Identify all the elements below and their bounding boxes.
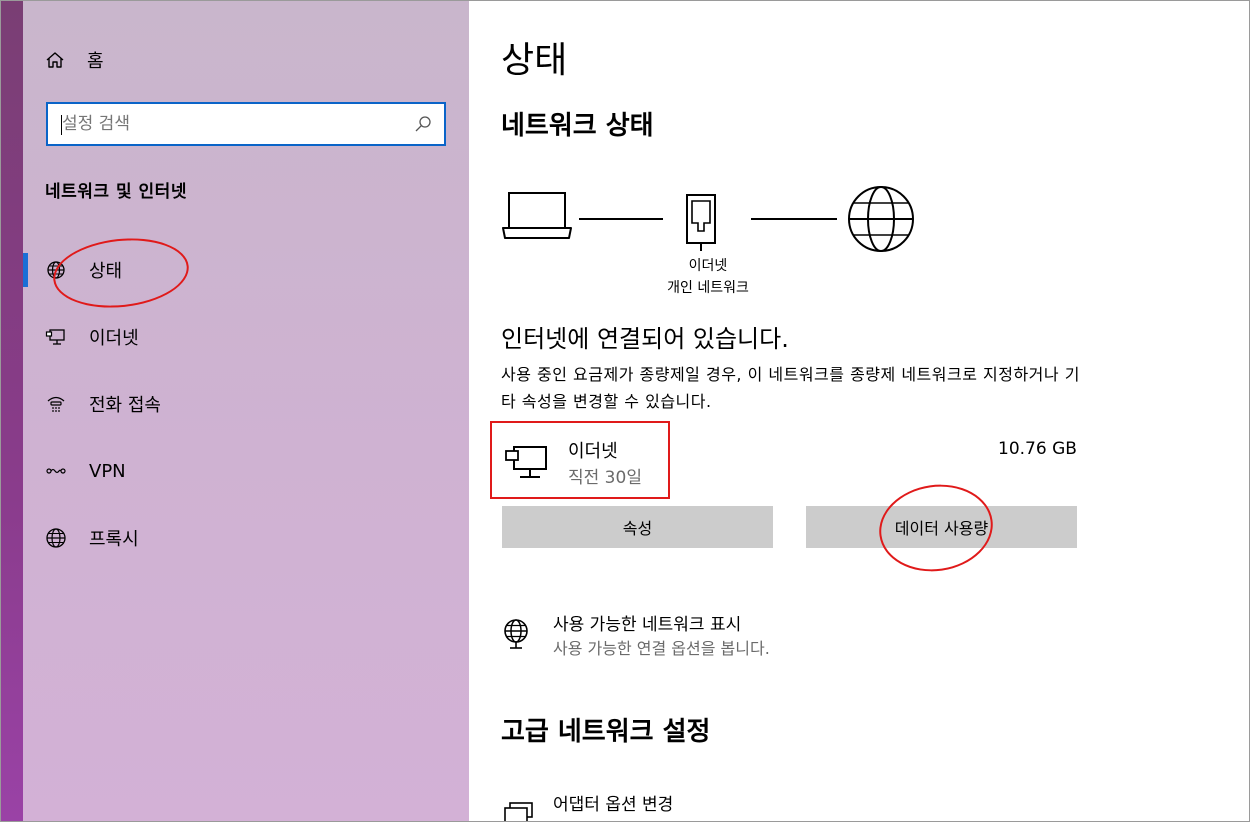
adapter-icon — [504, 802, 533, 821]
sidebar-item-ethernet[interactable]: 이더넷 — [45, 320, 139, 354]
advanced-settings-title: 고급 네트워크 설정 — [501, 717, 711, 747]
internet-globe-icon — [848, 186, 914, 252]
show-networks-subtitle: 사용 가능한 연결 옵션을 봅니다. — [553, 639, 770, 658]
settings-window: 홈 네트워크 및 인터넷 상태 이더넷 — [0, 0, 1250, 822]
data-usage-button[interactable]: 데이터 사용량 — [806, 506, 1077, 548]
sidebar-item-proxy[interactable]: 프록시 — [45, 521, 139, 555]
sidebar-item-label: 프록시 — [89, 529, 139, 550]
network-diagram — [502, 186, 914, 252]
sidebar-item-dialup[interactable]: 전화 접속 — [45, 387, 161, 421]
adapter-label: 이더넷 — [688, 258, 728, 274]
ethernet-port-icon — [686, 194, 716, 251]
globe-status-icon — [47, 261, 65, 279]
home-label: 홈 — [87, 51, 104, 72]
search-box[interactable] — [46, 102, 446, 146]
page-title: 상태 — [501, 40, 568, 81]
show-networks-link[interactable]: 사용 가능한 네트워크 표시 사용 가능한 연결 옵션을 봅니다. — [501, 613, 770, 661]
sidebar-item-label: VPN — [89, 460, 126, 482]
adapter-options-text: 어댑터 옵션 변경 — [553, 793, 673, 817]
network-status-title: 네트워크 상태 — [501, 111, 654, 141]
connected-description: 사용 중인 요금제가 종량제일 경우, 이 네트워크를 종량제 네트워크로 지정… — [501, 365, 1080, 411]
search-icon[interactable] — [414, 115, 432, 133]
search-input[interactable] — [48, 104, 414, 144]
dialup-icon — [47, 396, 65, 412]
adapter-options-link[interactable]: 어댑터 옵션 변경 — [501, 793, 673, 821]
vpn-icon — [46, 468, 66, 474]
laptop-icon — [502, 192, 572, 239]
show-networks-title: 사용 가능한 네트워크 표시 — [553, 615, 742, 635]
sidebar-item-status[interactable]: 상태 — [45, 253, 122, 287]
sidebar-item-label: 상태 — [89, 261, 123, 282]
sidebar-home[interactable]: 홈 — [45, 45, 104, 75]
connected-title: 인터넷에 연결되어 있습니다. — [501, 325, 789, 353]
connection-usage: 10.76 GB — [998, 439, 1077, 459]
diagram-label: 이더넷 개인 네트워크 — [641, 255, 775, 299]
active-indicator — [23, 253, 28, 287]
properties-button[interactable]: 속성 — [502, 506, 773, 548]
home-icon — [46, 52, 64, 68]
ethernet-icon — [45, 329, 65, 345]
sidebar-item-vpn[interactable]: VPN — [45, 454, 126, 488]
sidebar-item-label: 전화 접속 — [89, 395, 161, 416]
connection-name: 이더넷 — [568, 441, 618, 462]
adapter-options-title: 어댑터 옵션 변경 — [553, 795, 674, 815]
sidebar-edge — [1, 1, 23, 821]
text-caret — [61, 115, 62, 135]
section-title: 네트워크 및 인터넷 — [45, 182, 187, 202]
ethernet-icon — [505, 446, 547, 478]
sidebar-item-label: 이더넷 — [89, 328, 139, 349]
show-networks-text: 사용 가능한 네트워크 표시 사용 가능한 연결 옵션을 봅니다. — [553, 613, 770, 661]
connection-period: 직전 30일 — [568, 468, 642, 488]
globe-icon — [46, 528, 66, 548]
network-type-label: 개인 네트워크 — [667, 280, 749, 296]
globe-network-icon — [504, 619, 528, 649]
